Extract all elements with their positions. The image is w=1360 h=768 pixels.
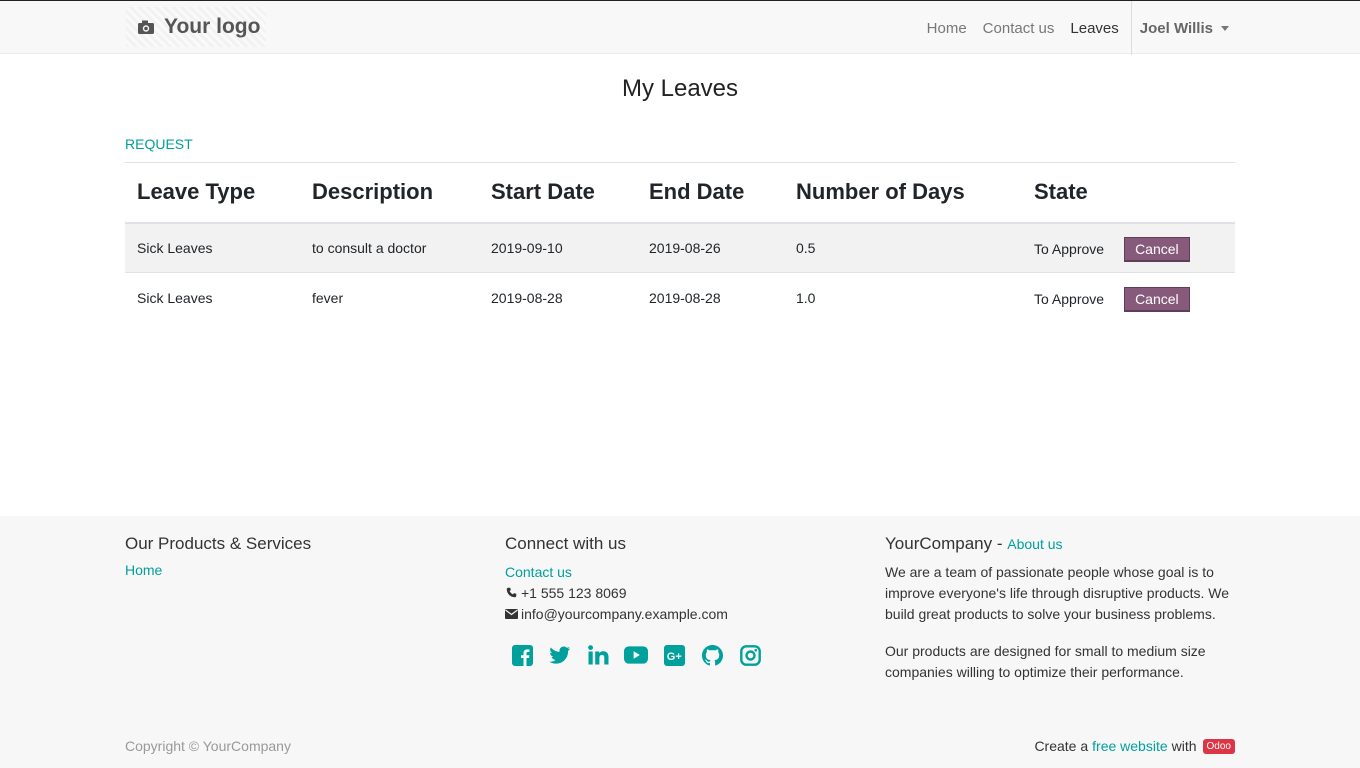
days-cell: 0.5: [784, 222, 1022, 273]
leave-type-cell: Sick Leaves: [125, 272, 300, 323]
powered-prefix: Create a: [1034, 738, 1089, 754]
start-date-cell: 2019-08-28: [479, 272, 637, 323]
nav-contact-us[interactable]: Contact us: [975, 20, 1063, 37]
twitter-icon[interactable]: [548, 643, 572, 667]
end-date-cell: 2019-08-28: [637, 272, 784, 323]
email-line: info@yourcompany.example.com: [505, 604, 762, 625]
request-link[interactable]: REQUEST: [125, 136, 193, 152]
page-title: My Leaves: [621, 75, 739, 102]
about-paragraph: We are a team of passionate people whose…: [885, 564, 1230, 622]
envelope-icon: [505, 604, 518, 625]
footer-products: Our Products & Services Home: [125, 534, 311, 580]
footer: Our Products & Services Home Connect wit…: [0, 516, 1360, 768]
powered-with: with: [1171, 738, 1197, 754]
top-navbar: Your logo Home Contact us Leaves Joel Wi…: [0, 0, 1360, 55]
column-header: State: [1022, 162, 1235, 224]
phone-icon: [505, 583, 517, 604]
phone-line: +1 555 123 8069: [505, 583, 762, 604]
state-cell: To Approve Cancel: [1022, 222, 1235, 273]
about-us-link[interactable]: About us: [1007, 536, 1062, 552]
products-title: Our Products & Services: [125, 534, 312, 553]
company-name: YourCompany: [885, 534, 993, 553]
leave-type-cell: Sick Leaves: [125, 222, 300, 273]
column-header: Start Date: [479, 162, 637, 224]
column-header: Number of Days: [784, 162, 1022, 224]
table-row: Sick Leaves to consult a doctor 2019-09-…: [125, 222, 1235, 273]
user-name: Joel Willis: [1139, 19, 1213, 37]
logo[interactable]: Your logo: [126, 7, 266, 47]
caret-down-icon: [1221, 25, 1229, 31]
youtube-icon[interactable]: [624, 643, 648, 667]
about-paragraph: Our products are designed for small to m…: [885, 643, 1206, 680]
svg-text:G+: G+: [666, 651, 681, 663]
state-cell: To Approve Cancel: [1022, 272, 1235, 323]
linkedin-icon[interactable]: [586, 643, 610, 667]
phone-number: +1 555 123 8069: [521, 585, 627, 601]
camera-icon: [134, 15, 158, 39]
footer-about: YourCompany - About us We are a team of …: [885, 534, 1235, 699]
footer-contact-link[interactable]: Contact us: [505, 564, 572, 580]
column-header: End Date: [637, 162, 784, 224]
logo-text: Your logo: [164, 15, 261, 38]
table-row: Sick Leaves fever 2019-08-28 2019-08-28 …: [125, 272, 1235, 323]
cancel-button[interactable]: Cancel: [1124, 286, 1190, 312]
connect-title: Connect with us: [505, 534, 626, 553]
description-cell: fever: [300, 272, 479, 323]
start-date-cell: 2019-09-10: [479, 222, 637, 273]
table-header-row: Leave Type Description Start Date End Da…: [125, 162, 1235, 224]
cancel-button[interactable]: Cancel: [1124, 236, 1190, 262]
github-icon[interactable]: [700, 643, 724, 667]
column-header: Description: [300, 162, 479, 224]
powered-by: Create a free website with Odoo: [1034, 738, 1235, 754]
free-website-link[interactable]: free website: [1092, 738, 1167, 754]
column-header: Leave Type: [125, 162, 300, 224]
state-label: To Approve: [1034, 241, 1105, 258]
state-label: To Approve: [1034, 291, 1105, 308]
footer-connect: Connect with us Contact us +1 555 123 80…: [505, 534, 762, 667]
description-cell: to consult a doctor: [300, 222, 479, 273]
end-date-cell: 2019-08-26: [637, 222, 784, 273]
footer-home-link[interactable]: Home: [125, 562, 162, 578]
leaves-table: Leave Type Description Start Date End Da…: [125, 162, 1235, 323]
title-separator: -: [996, 534, 1003, 553]
days-cell: 1.0: [784, 272, 1022, 323]
facebook-icon[interactable]: [510, 643, 534, 667]
nav-leaves[interactable]: Leaves: [1062, 20, 1126, 37]
user-menu[interactable]: Joel Willis: [1130, 1, 1238, 55]
social-links: G+: [510, 643, 762, 667]
email-address: info@yourcompany.example.com: [521, 606, 728, 622]
nav-home[interactable]: Home: [919, 20, 975, 37]
google-plus-icon[interactable]: G+: [662, 643, 686, 667]
odoo-badge[interactable]: Odoo: [1202, 738, 1235, 754]
about-title: YourCompany - About us: [885, 534, 1235, 554]
instagram-icon[interactable]: [738, 643, 762, 667]
main-nav: Home Contact us Leaves Joel Willis: [919, 1, 1238, 55]
copyright: Copyright © YourCompany: [125, 738, 291, 754]
